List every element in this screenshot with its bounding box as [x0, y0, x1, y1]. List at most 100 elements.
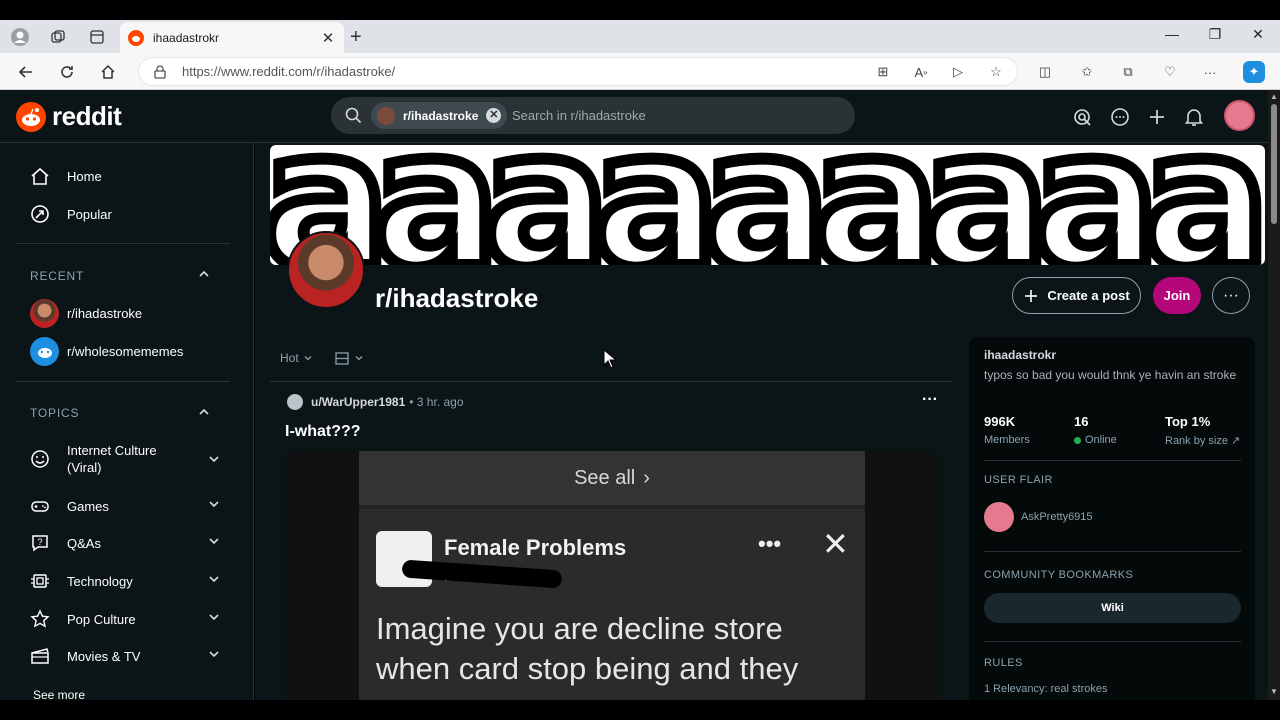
stat-label: Online — [1085, 434, 1117, 446]
banner-letter: a — [916, 145, 1056, 265]
read-aloud-icon[interactable]: A» — [910, 61, 932, 83]
join-label: Join — [1163, 288, 1191, 303]
create-post-button[interactable]: Create a post — [1012, 277, 1141, 314]
subreddit-avatar — [377, 106, 395, 125]
rule-item[interactable]: 1 Relevancy: real strokes — [984, 683, 1108, 695]
chevron-down-icon[interactable] — [208, 647, 220, 665]
search-scope-chip[interactable]: r/ihadastroke ✕ — [371, 102, 508, 129]
stat-label: Members — [984, 434, 1030, 446]
create-post-label: Create a post — [1047, 288, 1130, 303]
sidebar-item-ihadastroke[interactable]: r/ihadastroke — [30, 295, 220, 331]
scroll-up-icon[interactable]: ▲ — [1270, 92, 1278, 101]
create-plus-icon[interactable] — [1145, 105, 1169, 129]
chat-icon[interactable] — [1108, 105, 1132, 129]
sidebar-item-qas[interactable]: ? Q&As — [30, 525, 220, 561]
panel-divider — [984, 641, 1241, 642]
subreddit-avatar — [30, 298, 59, 328]
chevron-up-icon[interactable] — [198, 267, 210, 285]
sidebar-item-popular[interactable]: Popular — [30, 196, 220, 232]
clear-chip-icon[interactable]: ✕ — [486, 108, 502, 123]
reddit-favicon-icon — [128, 29, 144, 46]
banner-letter: a — [696, 145, 836, 265]
sort-dropdown[interactable]: Hot — [280, 351, 299, 365]
post-author-avatar[interactable] — [287, 394, 303, 410]
chevron-down-icon[interactable] — [208, 534, 220, 552]
user-avatar[interactable] — [1224, 100, 1255, 131]
sidebar-item-internet-culture[interactable]: Internet Culture (Viral) — [30, 440, 220, 478]
sidebar-item-movies-tv[interactable]: Movies & TV — [30, 638, 220, 674]
post-image[interactable]: See all › Female Problems llo · 1h · •••… — [285, 451, 939, 700]
favorite-star-icon[interactable]: ☆ — [985, 61, 1007, 83]
join-button[interactable]: Join — [1153, 277, 1201, 314]
embedded-post-header: Female Problems llo · 1h · ••• ✕ — [376, 526, 866, 591]
close-window-icon[interactable]: ✕ — [1246, 26, 1270, 43]
copilot-icon[interactable]: ✦ — [1243, 61, 1265, 83]
tab-title: ihaadastrokr — [153, 30, 220, 45]
chevron-up-icon[interactable] — [198, 405, 210, 423]
see-more-link[interactable]: See more — [33, 688, 85, 700]
scroll-down-icon[interactable]: ▼ — [1270, 687, 1278, 696]
wiki-button[interactable]: Wiki — [984, 593, 1241, 623]
favorites-icon[interactable]: ✩ — [1076, 61, 1098, 83]
post-title[interactable]: I-what??? — [285, 423, 361, 441]
see-all-bar: See all › — [359, 451, 865, 509]
notifications-bell-icon[interactable] — [1182, 105, 1206, 129]
chevron-down-icon[interactable] — [208, 497, 220, 515]
post-author[interactable]: u/WarUpper1981 — [311, 395, 405, 409]
sidebar-item-technology[interactable]: Technology — [30, 563, 220, 599]
advertise-icon[interactable] — [1070, 105, 1094, 129]
browser-tab-active[interactable]: ihaadastrokr ✕ — [120, 22, 344, 53]
search-chip-label: r/ihadastroke — [403, 108, 479, 123]
community-name: ihaadastrokr — [984, 348, 1057, 362]
page-scrollbar[interactable]: ▲ ▼ — [1268, 90, 1280, 700]
minimize-icon[interactable]: — — [1160, 26, 1184, 42]
screen-bottom-border — [0, 700, 1280, 720]
view-layout-icon[interactable] — [335, 351, 349, 365]
settings-more-icon[interactable]: ··· — [1199, 61, 1221, 83]
reddit-logo[interactable]: reddit — [16, 101, 122, 132]
new-tab-icon[interactable]: + — [350, 26, 362, 49]
post-options-icon[interactable]: ··· — [922, 391, 938, 409]
restore-icon[interactable]: ❐ — [1203, 26, 1227, 43]
subreddit-banner: a a a a a a a a a — [270, 145, 1265, 265]
see-all-label: See all — [574, 466, 636, 489]
app-available-icon[interactable]: ⊞ — [872, 61, 894, 83]
immersive-reader-icon[interactable]: ▷ — [947, 61, 969, 83]
back-icon[interactable] — [15, 61, 37, 83]
chevron-down-icon[interactable] — [354, 353, 364, 363]
chevron-down-icon[interactable] — [208, 452, 220, 470]
chevron-down-icon[interactable] — [208, 610, 220, 628]
refresh-icon[interactable] — [56, 61, 78, 83]
browser-address-bar: https://www.reddit.com/r/ihadastroke/ ⊞ … — [0, 53, 1280, 90]
split-screen-icon[interactable]: ◫ — [1034, 61, 1056, 83]
tab-close-icon[interactable]: ✕ — [320, 29, 336, 47]
flair-username[interactable]: AskPretty6915 — [1021, 511, 1093, 523]
sidebar-item-games[interactable]: Games — [30, 488, 220, 524]
search-input[interactable]: r/ihadastroke ✕ Search in r/ihadastroke — [331, 97, 855, 134]
main-content: a a a a a a a a a r/ihadastroke Create a… — [255, 143, 1268, 700]
more-options-icon[interactable]: ··· — [1212, 277, 1250, 314]
panel-divider — [984, 551, 1241, 552]
browser-essentials-icon[interactable]: ♡ — [1159, 61, 1181, 83]
stat-rank[interactable]: Top 1% Rank by size ↗ — [1165, 414, 1240, 447]
profile-icon[interactable] — [9, 26, 31, 48]
lock-icon[interactable] — [153, 65, 167, 84]
smile-icon — [30, 449, 60, 469]
gamepad-icon — [30, 496, 60, 516]
chevron-down-icon[interactable] — [303, 353, 313, 363]
workspaces-icon[interactable] — [47, 26, 69, 48]
sidebar-item-wholesomememes[interactable]: r/wholesomememes — [30, 333, 220, 369]
sidebar-item-pop-culture[interactable]: Pop Culture — [30, 601, 220, 637]
flair-avatar[interactable] — [984, 502, 1014, 532]
sidebar-divider — [16, 381, 230, 382]
user-flair-title: USER FLAIR — [984, 474, 1053, 486]
subreddit-icon — [287, 231, 365, 309]
sidebar-item-home[interactable]: Home — [30, 158, 220, 194]
banner-letter: a — [806, 145, 946, 265]
banner-letter: a — [586, 145, 726, 265]
scroll-thumb[interactable] — [1271, 104, 1277, 224]
chevron-down-icon[interactable] — [208, 572, 220, 590]
home-browser-icon[interactable] — [97, 61, 119, 83]
tab-actions-icon[interactable] — [86, 26, 108, 48]
collections-icon[interactable]: ⧉ — [1117, 61, 1139, 83]
